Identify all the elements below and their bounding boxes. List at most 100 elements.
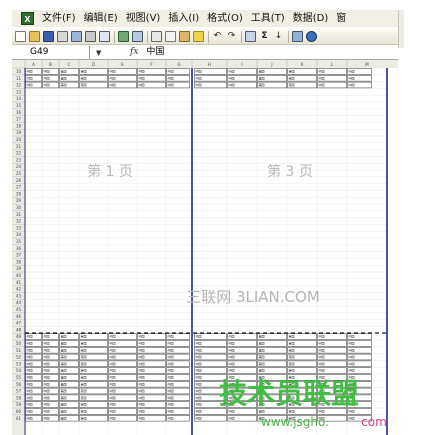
column-header-m[interactable]: M bbox=[365, 62, 369, 67]
row-number-44[interactable]: 44 bbox=[16, 300, 22, 305]
row-number-31[interactable]: 31 bbox=[16, 212, 22, 217]
row-number-35[interactable]: 35 bbox=[16, 239, 22, 244]
row-number-57[interactable]: 57 bbox=[16, 389, 22, 394]
formula-input[interactable]: 中国 bbox=[146, 46, 164, 59]
column-header-b[interactable]: B bbox=[49, 62, 52, 67]
chart-wizard-icon[interactable] bbox=[292, 31, 303, 42]
row-number-23[interactable]: 23 bbox=[16, 157, 22, 162]
row-number-43[interactable]: 43 bbox=[16, 293, 22, 298]
row-number-14[interactable]: 14 bbox=[16, 96, 22, 101]
row-number-33[interactable]: 33 bbox=[16, 225, 22, 230]
help-icon[interactable] bbox=[306, 31, 317, 42]
row-number-46[interactable]: 46 bbox=[16, 314, 22, 319]
row-number-13[interactable]: 13 bbox=[16, 89, 22, 94]
column-header-d[interactable]: D bbox=[92, 62, 95, 67]
row-number-34[interactable]: 34 bbox=[16, 232, 22, 237]
column-header-a[interactable]: A bbox=[32, 62, 35, 67]
open-folder-icon[interactable] bbox=[29, 31, 40, 42]
row-number-55[interactable]: 55 bbox=[16, 375, 22, 380]
row-number-48[interactable]: 48 bbox=[16, 327, 22, 332]
row-number-50[interactable]: 50 bbox=[16, 341, 22, 346]
row-number-42[interactable]: 42 bbox=[16, 287, 22, 292]
column-header-j[interactable]: J bbox=[270, 62, 272, 67]
excel-icon[interactable]: X bbox=[21, 12, 34, 25]
undo-icon[interactable]: ↶ bbox=[212, 31, 223, 42]
column-header-c[interactable]: C bbox=[68, 62, 71, 67]
row-number-22[interactable]: 22 bbox=[16, 151, 22, 156]
row-number-36[interactable]: 36 bbox=[16, 246, 22, 251]
column-header-k[interactable]: K bbox=[301, 62, 304, 67]
bottom-left-cell-text: 英国 bbox=[81, 409, 87, 414]
hyperlink-icon[interactable] bbox=[245, 31, 256, 42]
row-number-12[interactable]: 12 bbox=[16, 83, 22, 88]
autosum-icon[interactable]: Σ bbox=[259, 31, 270, 42]
format-painter-icon[interactable] bbox=[193, 31, 204, 42]
row-number-16[interactable]: 16 bbox=[16, 110, 22, 115]
paste-icon[interactable] bbox=[179, 31, 190, 42]
row-number-25[interactable]: 25 bbox=[16, 171, 22, 176]
bottom-left-cell-text: 美国 bbox=[61, 361, 67, 366]
print-icon[interactable] bbox=[85, 31, 96, 42]
row-number-60[interactable]: 60 bbox=[16, 409, 22, 414]
menu-edit[interactable]: 编辑(E) bbox=[80, 10, 122, 27]
row-number-26[interactable]: 26 bbox=[16, 178, 22, 183]
row-number-29[interactable]: 29 bbox=[16, 198, 22, 203]
menu-tools[interactable]: 工具(T) bbox=[247, 10, 289, 27]
cut-icon[interactable] bbox=[151, 31, 162, 42]
row-number-47[interactable]: 47 bbox=[16, 321, 22, 326]
row-number-27[interactable]: 27 bbox=[16, 185, 22, 190]
page-break-preview-sheet[interactable]: ABCDEFGHIJKLM 10 11 12 13 14 15 16 17 18 19 20 21 22… bbox=[12, 60, 398, 435]
row-number-24[interactable]: 24 bbox=[16, 164, 22, 169]
column-header-i[interactable]: I bbox=[241, 62, 242, 67]
menu-view[interactable]: 视图(V) bbox=[122, 10, 165, 27]
row-number-10[interactable]: 10 bbox=[16, 69, 22, 74]
column-header-h[interactable]: H bbox=[208, 62, 211, 67]
row-number-39[interactable]: 39 bbox=[16, 266, 22, 271]
row-number-45[interactable]: 45 bbox=[16, 307, 22, 312]
row-number-59[interactable]: 59 bbox=[16, 402, 22, 407]
permission-icon[interactable] bbox=[57, 31, 68, 42]
sheet-canvas[interactable]: ABCDEFGHIJKLM 10111213141516171819202122… bbox=[12, 60, 398, 435]
copy-icon[interactable] bbox=[165, 31, 176, 42]
row-number-51[interactable]: 51 bbox=[16, 348, 22, 353]
row-number-37[interactable]: 37 bbox=[16, 253, 22, 258]
row-number-53[interactable]: 53 bbox=[16, 361, 22, 366]
fx-icon[interactable]: fx bbox=[130, 46, 138, 59]
row-number-18[interactable]: 18 bbox=[16, 123, 22, 128]
sort-ascending-icon[interactable]: ↓ bbox=[273, 31, 284, 42]
row-number-54[interactable]: 54 bbox=[16, 368, 22, 373]
row-number-49[interactable]: 49 bbox=[16, 334, 22, 339]
row-number-17[interactable]: 17 bbox=[16, 117, 22, 122]
name-box[interactable]: G49 bbox=[12, 46, 90, 59]
row-number-28[interactable]: 28 bbox=[16, 191, 22, 196]
row-number-15[interactable]: 15 bbox=[16, 103, 22, 108]
row-number-19[interactable]: 19 bbox=[16, 130, 22, 135]
row-number-41[interactable]: 41 bbox=[16, 280, 22, 285]
research-icon[interactable] bbox=[132, 31, 143, 42]
row-number-11[interactable]: 11 bbox=[16, 76, 22, 81]
row-number-30[interactable]: 30 bbox=[16, 205, 22, 210]
menu-format[interactable]: 格式(O) bbox=[203, 10, 247, 27]
new-icon[interactable] bbox=[15, 31, 26, 42]
row-number-21[interactable]: 21 bbox=[16, 144, 22, 149]
row-number-40[interactable]: 40 bbox=[16, 273, 22, 278]
chevron-down-icon[interactable]: ▼ bbox=[96, 49, 101, 57]
menu-insert[interactable]: 插入(I) bbox=[164, 10, 203, 27]
menu-window[interactable]: 窗 bbox=[332, 10, 346, 27]
row-number-52[interactable]: 52 bbox=[16, 355, 22, 360]
menu-file[interactable]: 文件(F) bbox=[38, 10, 80, 27]
row-number-20[interactable]: 20 bbox=[16, 137, 22, 142]
row-number-32[interactable]: 32 bbox=[16, 219, 22, 224]
spelling-icon[interactable] bbox=[118, 31, 129, 42]
email-icon[interactable] bbox=[71, 31, 82, 42]
row-number-58[interactable]: 58 bbox=[16, 395, 22, 400]
row-number-38[interactable]: 38 bbox=[16, 259, 22, 264]
row-number-56[interactable]: 56 bbox=[16, 382, 22, 387]
print-preview-icon[interactable] bbox=[99, 31, 110, 42]
column-header-g[interactable]: G bbox=[177, 62, 180, 67]
redo-icon[interactable]: ↷ bbox=[226, 31, 237, 42]
save-icon[interactable] bbox=[43, 31, 54, 42]
bottom-right-cell-text: 中国 bbox=[349, 415, 355, 420]
row-number-61[interactable]: 61 bbox=[16, 416, 22, 421]
menu-data[interactable]: 数据(D) bbox=[289, 10, 333, 27]
